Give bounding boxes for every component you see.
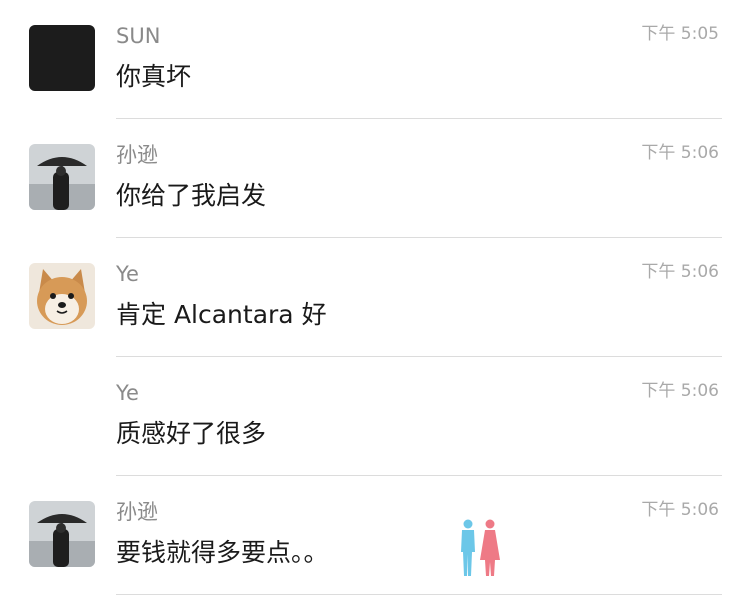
message-row[interactable]: Ye 下午 5:06 肯定 Alcantara 好 [0,238,750,357]
shiba-dog-avatar-icon [29,263,95,329]
message-time: 下午 5:05 [641,24,719,44]
sender-name: SUN [116,24,161,48]
message-text: 要钱就得多要点。。 [116,538,329,567]
message-row[interactable]: Ye 下午 5:06 质感好了很多 [0,357,750,476]
umbrella-person-avatar-icon [29,144,95,210]
message-time: 下午 5:06 [641,262,719,282]
avatar[interactable] [29,263,95,329]
divider [116,594,722,595]
black-square-avatar-icon [29,25,95,91]
couple-watermark-icon [452,518,508,578]
sender-name: Ye [116,262,139,286]
sender-name: Ye [116,381,139,405]
sender-name: 孙逊 [116,143,158,167]
message-text: 你给了我启发 [116,181,267,210]
umbrella-person-avatar-icon [29,501,95,567]
message-time: 下午 5:06 [641,500,719,520]
message-row[interactable]: SUN 下午 5:05 你真坏 [0,0,750,119]
message-row[interactable]: 孙逊 下午 5:06 你给了我启发 [0,119,750,238]
sender-name: 孙逊 [116,500,158,524]
message-time: 下午 5:06 [641,381,719,401]
message-time: 下午 5:06 [641,143,719,163]
message-row[interactable]: 孙逊 下午 5:06 要钱就得多要点。。 [0,476,750,595]
message-text: 你真坏 [116,62,192,91]
avatar[interactable] [29,144,95,210]
avatar[interactable] [29,501,95,567]
avatar[interactable] [29,25,95,91]
message-text: 质感好了很多 [116,419,267,448]
message-text: 肯定 Alcantara 好 [116,300,327,329]
